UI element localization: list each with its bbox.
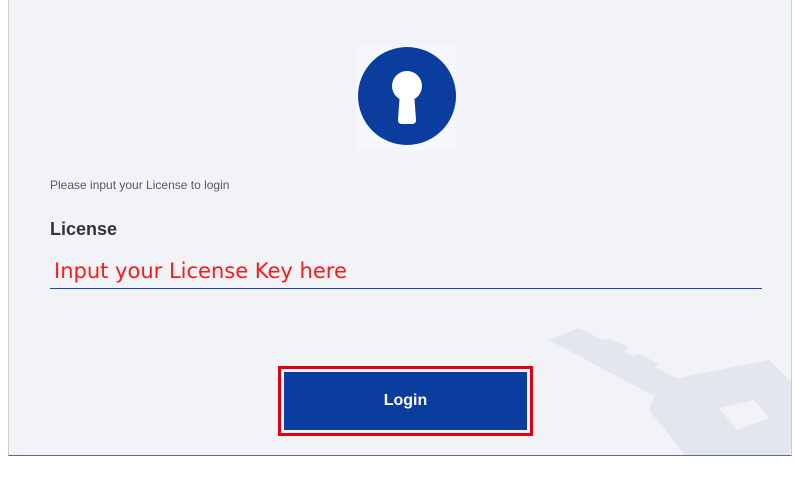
keyhole-lock-icon — [358, 47, 456, 145]
license-key-input[interactable] — [50, 253, 762, 289]
lock-icon-container — [357, 46, 457, 150]
license-label: License — [50, 219, 118, 239]
key-watermark-icon — [549, 328, 791, 455]
login-button[interactable]: Login — [284, 372, 527, 430]
login-prompt-text: Please input your License to login — [50, 178, 230, 192]
license-login-dialog: Please input your License to login Licen… — [8, 0, 792, 456]
